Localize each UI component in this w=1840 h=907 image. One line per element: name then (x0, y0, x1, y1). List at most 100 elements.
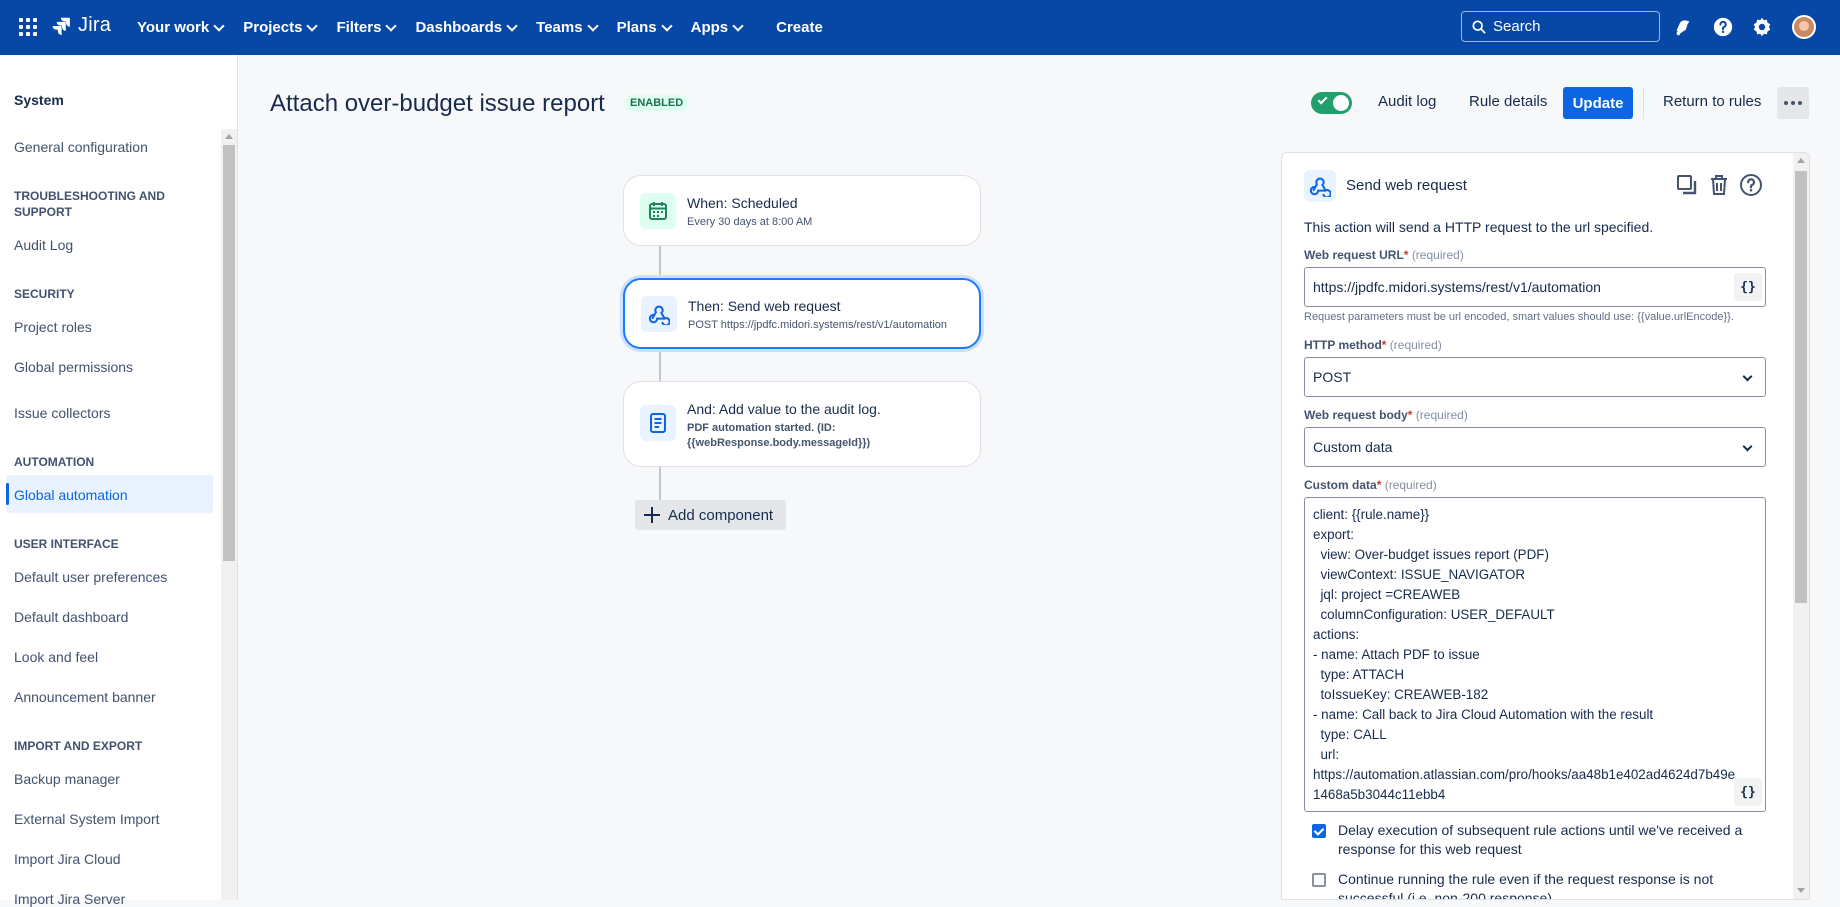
chevron-down-icon (306, 19, 319, 32)
chevron-down-icon (213, 19, 225, 32)
nav-plans[interactable]: Plans (616, 19, 673, 36)
nav-label: Plans (616, 19, 657, 36)
sidebar-item-default-user-preferences[interactable]: Default user preferences (14, 569, 167, 585)
continue-on-error-checkbox[interactable] (1312, 873, 1326, 887)
nav-label: Apps (690, 19, 729, 36)
sidebar-item-import-jira-cloud[interactable]: Import Jira Cloud (14, 851, 121, 867)
settings-gear-icon[interactable] (1751, 16, 1773, 38)
webhook-icon (1304, 170, 1336, 202)
calendar-icon (640, 193, 676, 229)
rule-enabled-toggle[interactable] (1311, 92, 1352, 114)
webhook-icon (641, 296, 677, 332)
jira-logo-icon (52, 17, 70, 35)
rule-details-button[interactable]: Rule details (1469, 93, 1547, 110)
url-field-label: Web request URL* (required) (1304, 248, 1464, 262)
nav-label: Your work (137, 19, 210, 36)
sidebar-item-backup-manager[interactable]: Backup manager (14, 771, 120, 787)
label-text: Custom data (1304, 478, 1377, 492)
url-help-text: Request parameters must be url encoded, … (1304, 311, 1734, 323)
delete-trash-icon[interactable] (1707, 173, 1731, 197)
label-text: HTTP method (1304, 338, 1382, 352)
create-button[interactable]: Create (776, 19, 823, 36)
admin-sidebar: System General configuration TROUBLESHOO… (0, 55, 238, 907)
label-text: Web request body (1304, 408, 1408, 422)
scroll-up-arrow-icon[interactable] (1797, 158, 1805, 163)
more-actions-button[interactable] (1777, 87, 1809, 119)
sidebar-item-look-and-feel[interactable]: Look and feel (14, 649, 98, 665)
nav-your-work[interactable]: Your work (137, 19, 225, 36)
status-badge: ENABLED (626, 95, 688, 111)
trigger-card-scheduled[interactable]: When: Scheduled Every 30 days at 8:00 AM (623, 175, 981, 246)
document-icon (640, 405, 676, 441)
nav-projects[interactable]: Projects (243, 19, 319, 36)
audit-log-button[interactable]: Audit log (1378, 93, 1436, 110)
continue-on-error-label: Continue running the rule even if the re… (1338, 870, 1714, 899)
app-switcher-icon[interactable] (19, 18, 37, 36)
sidebar-item-global-permissions[interactable]: Global permissions (14, 359, 133, 375)
label-line: Continue running the rule even if the re… (1338, 871, 1714, 887)
action-card-audit-log[interactable]: And: Add value to the audit log. PDF aut… (623, 381, 981, 467)
url-field[interactable] (1304, 267, 1766, 307)
help-icon[interactable] (1712, 16, 1734, 38)
nav-label: Projects (243, 19, 303, 36)
delay-execution-label: Delay execution of subsequent rule actio… (1338, 821, 1742, 859)
nav-dashboards[interactable]: Dashboards (415, 19, 518, 36)
custom-data-textarea[interactable]: client: {{rule.name}} export: view: Over… (1304, 497, 1766, 812)
nav-filters[interactable]: Filters (336, 19, 398, 36)
http-method-select[interactable]: POST (1304, 357, 1766, 397)
chevron-down-icon (732, 19, 744, 32)
panel-scroll-thumb[interactable] (1795, 171, 1807, 603)
return-to-rules-button[interactable]: Return to rules (1663, 93, 1761, 110)
selected-method: POST (1313, 369, 1352, 385)
label-line: Delay execution of subsequent rule actio… (1338, 822, 1743, 838)
sidebar-section-security: SECURITY (14, 287, 75, 301)
sidebar-item-announcement-banner[interactable]: Announcement banner (14, 689, 156, 705)
nav-teams[interactable]: Teams (536, 19, 599, 36)
copy-icon[interactable] (1675, 173, 1699, 197)
nav-label: Dashboards (415, 19, 503, 36)
continue-on-error-option[interactable]: Continue running the rule even if the re… (1312, 870, 1714, 899)
sidebar-item-project-roles[interactable]: Project roles (14, 319, 92, 335)
nav-apps[interactable]: Apps (690, 19, 744, 36)
chevron-down-icon (506, 19, 518, 32)
add-component-button[interactable]: Add component (635, 500, 786, 530)
header-divider (1643, 87, 1644, 119)
sidebar-section-troubleshooting: TROUBLESHOOTING AND SUPPORT (14, 189, 165, 219)
web-request-body-select[interactable]: Custom data (1304, 427, 1766, 467)
sidebar-item-external-system-import[interactable]: External System Import (14, 811, 160, 827)
update-button[interactable]: Update (1563, 87, 1633, 119)
label-text: Web request URL (1304, 248, 1404, 262)
trigger-title: When: Scheduled (687, 195, 798, 211)
jira-logo[interactable]: Jira (50, 14, 111, 37)
custom-data-label: Custom data* (required) (1304, 478, 1437, 492)
notifications-icon[interactable] (1672, 16, 1694, 38)
sidebar-item-general-configuration[interactable]: General configuration (14, 139, 148, 155)
smart-value-button[interactable]: {} (1734, 273, 1762, 301)
log-title: And: Add value to the audit log. (687, 401, 881, 417)
search-box[interactable] (1461, 11, 1660, 42)
sidebar-item-import-jira-server[interactable]: Import Jira Server (14, 891, 125, 907)
product-name: Jira (78, 14, 112, 36)
url-input[interactable] (1313, 279, 1723, 295)
component-config-panel: Send web request This action will send a… (1281, 152, 1810, 900)
search-input[interactable] (1493, 18, 1643, 35)
scroll-up-arrow-icon[interactable] (225, 134, 233, 139)
panel-description: This action will send a HTTP request to … (1304, 219, 1654, 235)
add-component-label: Add component (668, 506, 774, 524)
check-icon (1317, 94, 1328, 105)
help-icon[interactable] (1739, 173, 1763, 197)
label-line: response for this web request (1338, 841, 1522, 857)
smart-value-button[interactable]: {} (1734, 778, 1762, 806)
sidebar-item-issue-collectors[interactable]: Issue collectors (14, 405, 110, 421)
required-text: (required) (1411, 248, 1464, 262)
panel-title: Send web request (1346, 177, 1467, 194)
sidebar-scroll-thumb[interactable] (223, 145, 235, 561)
scroll-down-arrow-icon[interactable] (1797, 888, 1805, 893)
delay-execution-checkbox[interactable] (1312, 824, 1326, 838)
delay-execution-option[interactable]: Delay execution of subsequent rule actio… (1312, 821, 1742, 859)
action-card-send-web-request[interactable]: Then: Send web request POST https://jpdf… (623, 278, 981, 349)
sidebar-item-default-dashboard[interactable]: Default dashboard (14, 609, 128, 625)
sidebar-item-audit-log[interactable]: Audit Log (14, 237, 73, 253)
chevron-down-icon (586, 19, 599, 32)
user-avatar[interactable] (1792, 15, 1816, 39)
